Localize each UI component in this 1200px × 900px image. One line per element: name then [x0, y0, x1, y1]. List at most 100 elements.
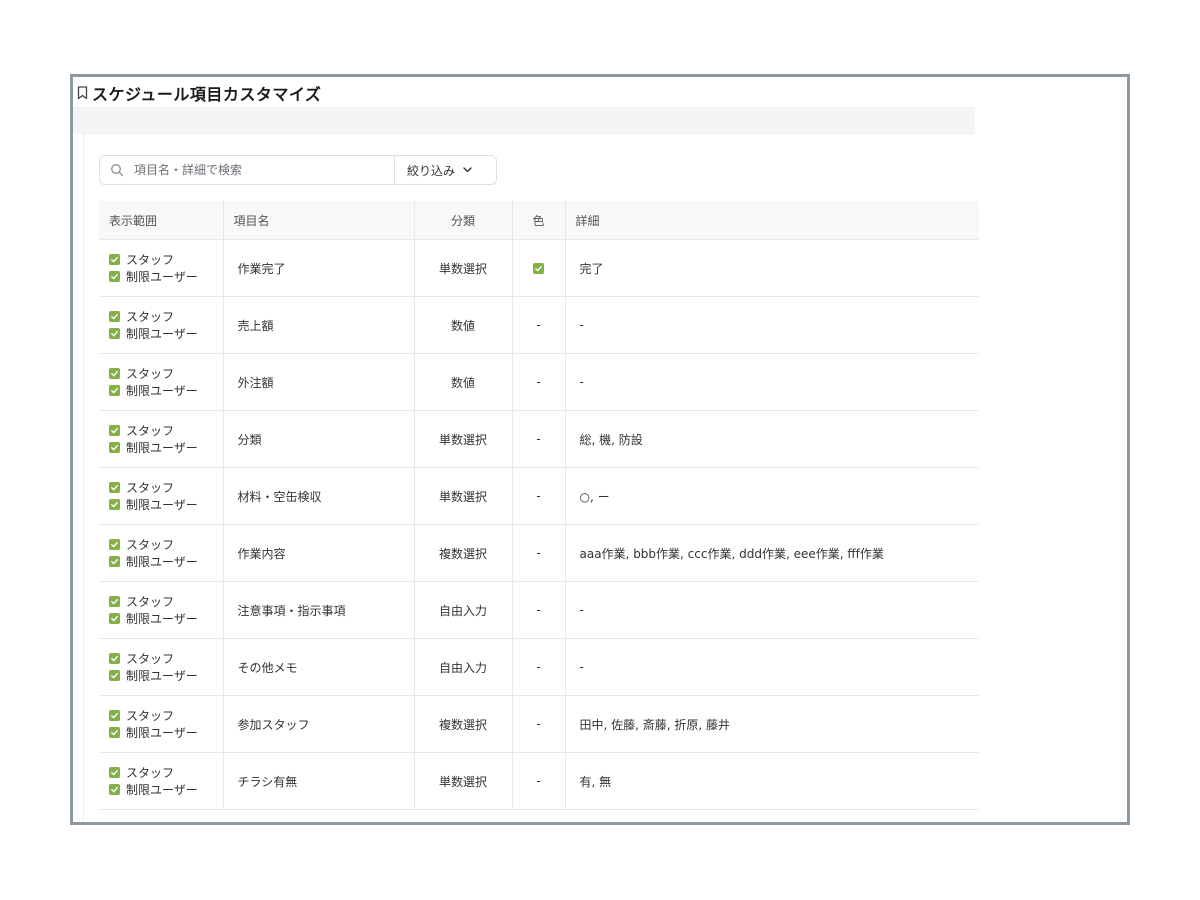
color-cell: -: [512, 752, 566, 810]
item-name-cell: 売上額: [223, 296, 415, 354]
detail-cell: 完了: [565, 239, 979, 297]
table-row[interactable]: スタッフ 制限ユーザー 分類 単数選択 - 総, 機, 防設: [99, 410, 979, 468]
scope-cell: スタッフ制限ユーザー: [99, 638, 224, 696]
scope-option: スタッフ: [109, 593, 223, 610]
scope-option: 制限ユーザー: [109, 667, 223, 684]
category-cell: 数値: [414, 353, 513, 411]
screenshot-frame: スケジュール項目カスタマイズ 絞り込み 表示範囲 項目名 分類 色 詳細: [70, 74, 1130, 825]
checkbox-checked-icon[interactable]: [109, 311, 120, 322]
table-row[interactable]: スタッフ 制限ユーザー 作業内容 複数選択 - aaa作業, bbb作業, ccc作業, …: [99, 524, 979, 582]
checkbox-checked-icon[interactable]: [109, 539, 120, 550]
scope-cell: スタッフ制限ユーザー: [99, 410, 224, 468]
table-row[interactable]: スタッフ 制限ユーザー チラシ有無 単数選択 - 有, 無: [99, 752, 979, 810]
checkbox-checked-icon[interactable]: [109, 271, 120, 282]
color-cell: -: [512, 638, 566, 696]
category-cell: 複数選択: [414, 524, 513, 582]
scope-cell: スタッフ 制限ユーザー: [99, 752, 224, 810]
detail-cell: -: [565, 638, 979, 696]
table-row[interactable]: スタッフ 制限ユーザー 売上額 数値 - -: [99, 296, 979, 354]
column-header-category: 分類: [414, 201, 513, 240]
scope-option: 制限ユーザー: [109, 610, 223, 627]
checkbox-checked-icon[interactable]: [109, 596, 120, 607]
column-header-scope: 表示範囲: [99, 201, 224, 240]
table-row[interactable]: スタッフ 制限ユーザー 外注額 数値 - -: [99, 353, 979, 411]
scope-label: スタッフ: [126, 367, 175, 381]
table-row[interactable]: スタッフ 制限ユーザー 作業完了 単数選択 完了: [99, 239, 979, 297]
checkbox-checked-icon[interactable]: [109, 425, 120, 436]
color-cell: [512, 239, 566, 297]
filter-dropdown-button[interactable]: 絞り込み: [394, 156, 496, 184]
checkbox-checked-icon[interactable]: [109, 499, 120, 510]
checkbox-checked-icon[interactable]: [109, 767, 120, 778]
column-header-name: 項目名: [223, 201, 415, 240]
scope-option: スタッフ: [109, 536, 223, 553]
scope-option: スタッフ: [109, 764, 223, 781]
checkbox-checked-icon[interactable]: [109, 254, 120, 265]
category-cell: 単数選択: [414, 410, 513, 468]
scope-label: スタッフ: [126, 709, 175, 723]
checkbox-checked-icon[interactable]: [109, 670, 120, 681]
search-input[interactable]: [132, 157, 394, 183]
scope-option: スタッフ: [109, 365, 223, 382]
scope-option: スタッフ: [109, 650, 223, 667]
checkbox-checked-icon[interactable]: [109, 328, 120, 339]
scope-option: スタッフ: [109, 707, 223, 724]
category-cell: 単数選択: [414, 467, 513, 525]
scope-cell: スタッフ 制限ユーザー: [99, 581, 224, 639]
scope-cell: スタッフ 制限ユーザー: [99, 239, 224, 297]
color-cell: -: [512, 581, 566, 639]
checkbox-checked-icon[interactable]: [109, 653, 120, 664]
scope-option: 制限ユーザー: [109, 382, 223, 399]
color-cell: -: [512, 353, 566, 411]
scope-cell: スタッフ制限ユーザー: [99, 467, 224, 525]
table-header-row: 表示範囲 項目名 分類 色 詳細: [99, 201, 979, 240]
color-cell: -: [512, 695, 566, 753]
checkbox-checked-icon[interactable]: [109, 784, 120, 795]
item-name-cell: 注意事項・指示事項: [223, 581, 415, 639]
checkbox-checked-icon[interactable]: [109, 385, 120, 396]
bookmark-icon[interactable]: [77, 86, 88, 100]
scope-label: 制限ユーザー: [126, 498, 198, 512]
scope-option: 制限ユーザー: [109, 781, 223, 798]
checkbox-checked-icon[interactable]: [109, 710, 120, 721]
detail-cell: ○, ー: [565, 467, 979, 525]
scope-label: 制限ユーザー: [126, 327, 198, 341]
item-name-cell: 材料・空缶検収: [223, 467, 415, 525]
checkbox-checked-icon[interactable]: [109, 368, 120, 379]
checkbox-checked-icon[interactable]: [109, 727, 120, 738]
table-row[interactable]: スタッフ 制限ユーザー 参加スタッフ 複数選択 - 田中, 佐藤, 斎藤, 折原, 藤井: [99, 695, 979, 753]
scope-label: スタッフ: [126, 424, 175, 438]
checkbox-checked-icon[interactable]: [109, 442, 120, 453]
item-name-cell: チラシ有無: [223, 752, 415, 810]
table-row[interactable]: スタッフ 制限ユーザー 注意事項・指示事項 自由入力 - -: [99, 581, 979, 639]
color-cell: -: [512, 467, 566, 525]
toolbar-strip: [73, 107, 975, 134]
detail-cell: -: [565, 581, 979, 639]
scope-label: 制限ユーザー: [126, 726, 198, 740]
table-row[interactable]: スタッフ 制限ユーザー 材料・空缶検収 単数選択 - ○, ー: [99, 467, 979, 525]
scope-label: 制限ユーザー: [126, 270, 198, 284]
scope-option: 制限ユーザー: [109, 724, 223, 741]
scope-option: スタッフ: [109, 479, 223, 496]
detail-cell: 総, 機, 防設: [565, 410, 979, 468]
item-name-cell: 分類: [223, 410, 415, 468]
scope-label: 制限ユーザー: [126, 441, 198, 455]
color-cell: -: [512, 410, 566, 468]
color-swatch-check-icon: [533, 263, 544, 274]
checkbox-checked-icon[interactable]: [109, 556, 120, 567]
table-row[interactable]: スタッフ 制限ユーザー その他メモ 自由入力 - -: [99, 638, 979, 696]
checkbox-checked-icon[interactable]: [109, 482, 120, 493]
category-cell: 単数選択: [414, 752, 513, 810]
detail-cell: -: [565, 353, 979, 411]
detail-cell: aaa作業, bbb作業, ccc作業, ddd作業, eee作業, fff作業: [565, 524, 979, 582]
column-header-color: 色: [512, 201, 566, 240]
scope-option: 制限ユーザー: [109, 268, 223, 285]
scope-cell: スタッフ制限ユーザー: [99, 695, 224, 753]
scope-label: 制限ユーザー: [126, 555, 198, 569]
checkbox-checked-icon[interactable]: [109, 613, 120, 624]
scope-label: 制限ユーザー: [126, 669, 198, 683]
page-title: スケジュール項目カスタマイズ: [92, 85, 322, 104]
item-name-cell: その他メモ: [223, 638, 415, 696]
detail-cell: 田中, 佐藤, 斎藤, 折原, 藤井: [565, 695, 979, 753]
scope-label: 制限ユーザー: [126, 384, 198, 398]
